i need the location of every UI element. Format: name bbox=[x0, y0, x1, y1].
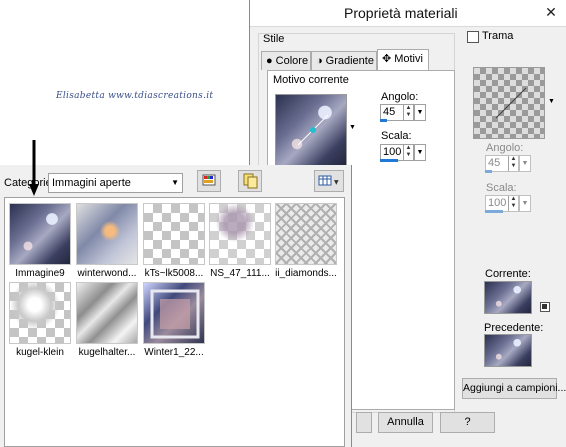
texture-checkbox[interactable] bbox=[467, 31, 479, 43]
pattern-scale-slider[interactable] bbox=[380, 159, 398, 162]
swap-icon[interactable] bbox=[540, 302, 550, 312]
copy-icon bbox=[243, 173, 258, 189]
signature-watermark: Elisabetta www.tdiascreations.it bbox=[56, 91, 214, 101]
texture-preview[interactable] bbox=[473, 67, 545, 139]
spin-updown-icon[interactable]: ▲ ▼ bbox=[508, 196, 518, 211]
view-options-button[interactable]: ▼ bbox=[314, 170, 344, 192]
pattern-thumb-kts[interactable] bbox=[143, 203, 205, 265]
dot-icon: ● bbox=[266, 55, 273, 67]
spin-updown-icon[interactable]: ▲ ▼ bbox=[403, 105, 413, 120]
thumb-label: winterwond... bbox=[77, 268, 137, 279]
texture-angle-label: Angolo: bbox=[486, 142, 524, 154]
texture-menu-arrow-icon[interactable]: ▼ bbox=[548, 98, 555, 105]
pattern-angle-slider[interactable] bbox=[380, 119, 387, 122]
current-swatch[interactable] bbox=[484, 281, 532, 314]
pattern-thumb-kugelhalter[interactable] bbox=[76, 282, 138, 344]
previous-swatch[interactable] bbox=[484, 334, 532, 367]
pattern-grid: Immagine9 winterwond... kTs~lk5008... NS… bbox=[4, 197, 345, 447]
tab-color[interactable]: ● Colore bbox=[261, 51, 311, 70]
gradient-icon: ◑ bbox=[316, 55, 323, 67]
pattern-scale-label: Scala: bbox=[381, 130, 412, 142]
texture-scale-dropdown[interactable]: ▼ bbox=[519, 195, 531, 212]
tab-color-label: Colore bbox=[275, 55, 309, 67]
pattern-thumb-winterwond[interactable] bbox=[76, 203, 138, 265]
thumb-label: kugel-klein bbox=[16, 347, 64, 358]
tab-gradient[interactable]: ◑ Gradiente bbox=[311, 51, 377, 70]
thumb-label: kTs~lk5008... bbox=[144, 268, 204, 279]
svg-text:▼: ▼ bbox=[334, 179, 339, 186]
help-button[interactable]: ? bbox=[440, 412, 495, 433]
palette-icon bbox=[202, 174, 216, 186]
pattern-picker-panel: Categorie: Immagini aperte ▼ ▼ Immagine9 bbox=[0, 165, 352, 447]
copy-button[interactable] bbox=[238, 170, 262, 192]
pattern-direction-indicator bbox=[297, 114, 329, 146]
texture-angle-slider[interactable] bbox=[485, 170, 492, 173]
cancel-button[interactable]: Annulla bbox=[378, 412, 433, 433]
texture-direction-indicator bbox=[495, 87, 527, 119]
dialog-title: Proprietà materiali bbox=[344, 5, 458, 21]
pattern-thumb-immagine9[interactable] bbox=[9, 203, 71, 265]
current-pattern-label: Motivo corrente bbox=[273, 74, 349, 86]
ok-button[interactable] bbox=[356, 412, 372, 433]
previous-swatch-label: Precedente: bbox=[484, 322, 544, 334]
texture-label: Trama bbox=[482, 30, 514, 42]
pointer-arrow-icon bbox=[29, 140, 39, 196]
thumb-label: ii_diamonds... bbox=[275, 268, 337, 279]
close-button[interactable]: ✕ bbox=[540, 2, 562, 22]
tab-patterns[interactable]: ✥ Motivi bbox=[377, 49, 429, 71]
pattern-thumb-kugel-klein[interactable] bbox=[9, 282, 71, 344]
thumb-label: kugelhalter... bbox=[78, 347, 136, 358]
spin-updown-icon[interactable]: ▲ ▼ bbox=[508, 156, 518, 171]
texture-scale-label: Scala: bbox=[486, 182, 517, 194]
style-group-label: Stile bbox=[263, 33, 285, 45]
pattern-angle-dropdown[interactable]: ▼ bbox=[414, 104, 426, 121]
grid-view-icon: ▼ bbox=[318, 175, 339, 186]
tab-patterns-label: Motivi bbox=[394, 53, 423, 65]
pattern-menu-arrow-icon[interactable]: ▼ bbox=[349, 124, 356, 131]
thumb-label: NS_47_111... bbox=[210, 268, 270, 279]
palette-button[interactable] bbox=[197, 170, 221, 192]
pattern-thumb-winter1[interactable] bbox=[143, 282, 205, 344]
move-icon: ✥ bbox=[382, 53, 392, 65]
spin-updown-icon[interactable]: ▲ ▼ bbox=[403, 145, 413, 160]
texture-angle-value: 45 bbox=[488, 157, 501, 169]
texture-angle-dropdown[interactable]: ▼ bbox=[519, 155, 531, 172]
thumb-label: Immagine9 bbox=[15, 268, 65, 279]
add-to-swatches-button[interactable]: Aggiungi a campioni... bbox=[462, 378, 566, 399]
dialog-titlebar[interactable]: Proprietà materiali ✕ bbox=[250, 0, 566, 27]
current-swatch-label: Corrente: bbox=[485, 268, 531, 280]
category-value: Immagini aperte bbox=[52, 177, 131, 189]
pattern-angle-label: Angolo: bbox=[381, 91, 419, 103]
pattern-scale-dropdown[interactable]: ▼ bbox=[414, 144, 426, 161]
thumb-label: Winter1_22... bbox=[144, 347, 204, 358]
pattern-thumb-diamonds[interactable] bbox=[275, 203, 337, 265]
chevron-down-icon: ▼ bbox=[171, 178, 179, 187]
pattern-scale-value: 100 bbox=[383, 146, 402, 158]
current-pattern-preview[interactable] bbox=[275, 94, 347, 166]
tab-gradient-label: Gradiente bbox=[325, 55, 374, 67]
winter-frame-icon bbox=[150, 289, 200, 339]
texture-scale-value: 100 bbox=[488, 197, 507, 209]
pattern-angle-value: 45 bbox=[383, 106, 396, 118]
category-select[interactable]: Immagini aperte ▼ bbox=[48, 173, 183, 193]
pattern-thumb-ns47[interactable] bbox=[209, 203, 271, 265]
texture-scale-slider[interactable] bbox=[485, 210, 503, 213]
